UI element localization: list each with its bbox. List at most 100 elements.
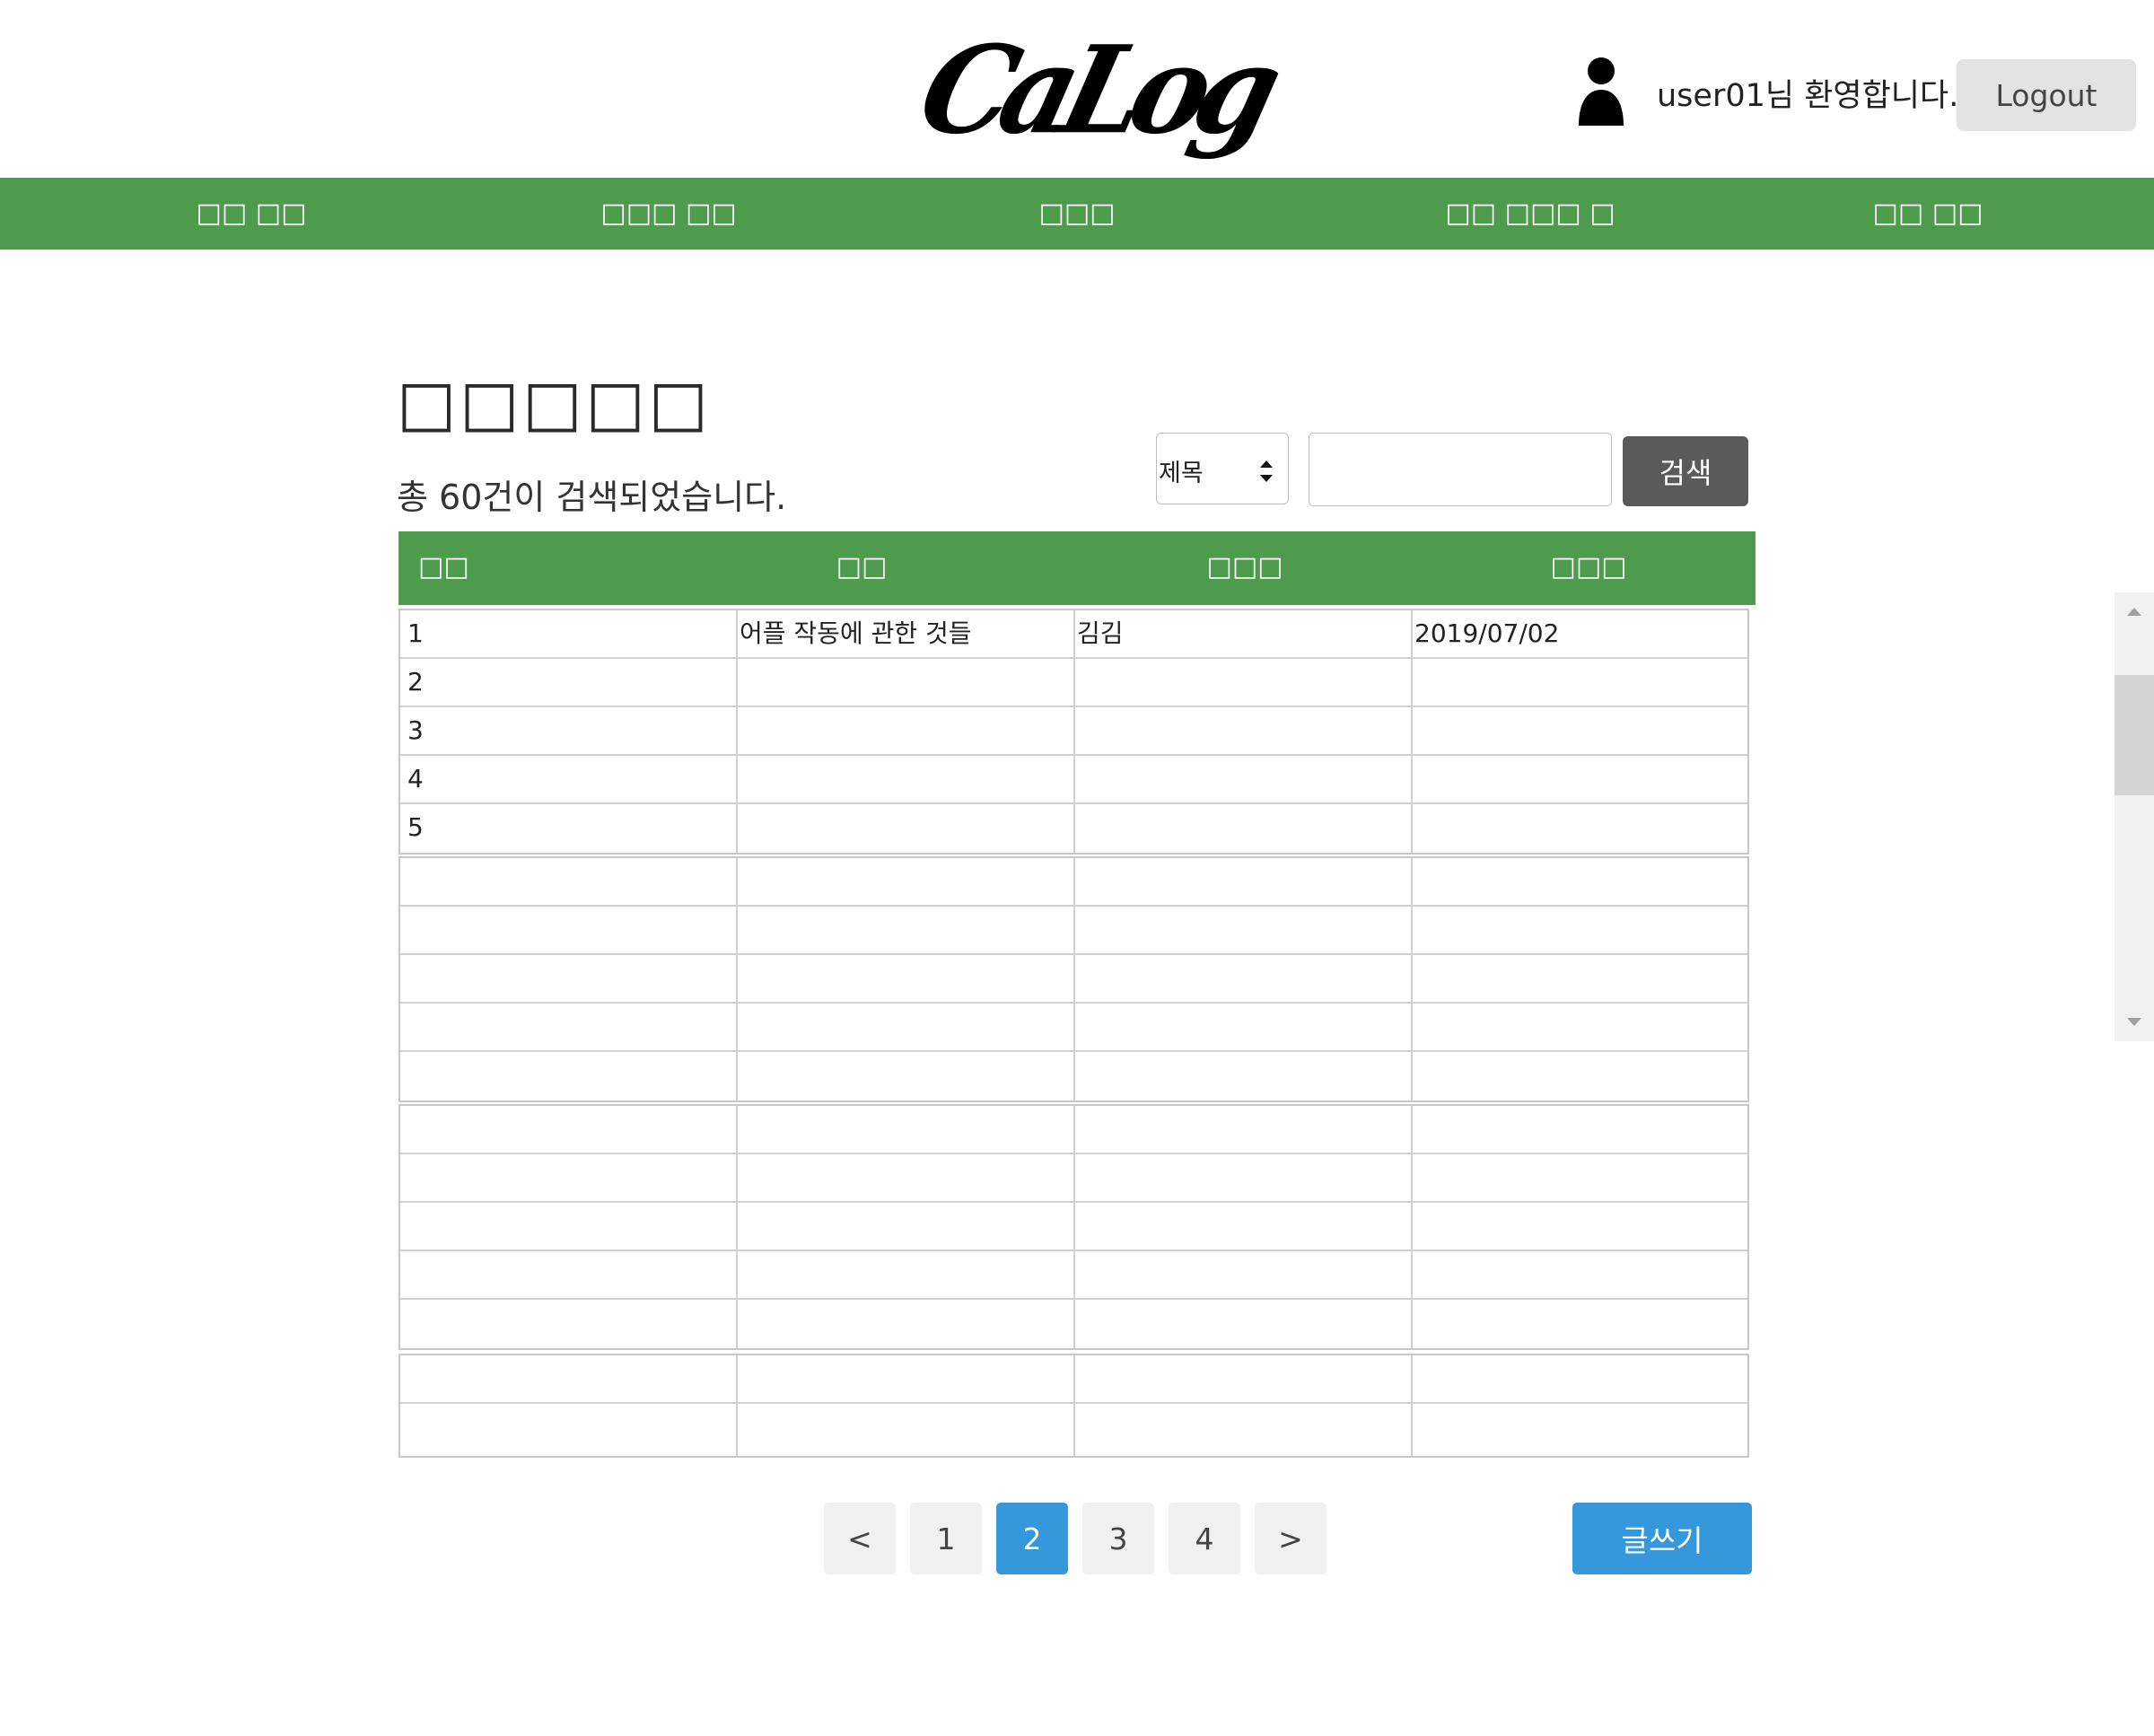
cell-author (1075, 756, 1413, 802)
search-input[interactable] (1309, 433, 1612, 506)
table-row[interactable]: 2 (400, 659, 1747, 707)
cell-author (1075, 1004, 1413, 1050)
cell-author (1075, 907, 1413, 953)
cell-title[interactable]: 어플 작동에 관한 것들 (738, 610, 1075, 657)
cell-author: 김김 (1075, 610, 1413, 657)
cell-date (1413, 756, 1747, 802)
cell-title[interactable] (738, 804, 1075, 853)
nav-item-1[interactable]: □□ □□ (197, 178, 307, 250)
table-row[interactable] (400, 1251, 1747, 1300)
scrollbar-thumb[interactable] (2115, 675, 2154, 795)
pagination-next-button[interactable]: > (1255, 1503, 1327, 1574)
cell-date (1413, 1355, 1747, 1402)
cell-date (1413, 858, 1747, 905)
pagination-page-3[interactable]: 3 (1082, 1503, 1154, 1574)
nav-item-4[interactable]: □□ □□□ □ (1445, 178, 1615, 250)
cell-number: 5 (400, 804, 738, 853)
table-group (398, 1104, 1749, 1350)
search-button[interactable]: 검색 (1623, 436, 1748, 506)
column-header-author: □□□ (1206, 551, 1283, 583)
cell-number (400, 1251, 738, 1298)
user-icon (1579, 57, 1624, 126)
cell-author (1075, 804, 1413, 853)
cell-title[interactable] (738, 1052, 1075, 1100)
search-type-select[interactable]: 제목 (1156, 433, 1289, 504)
pagination-page-1[interactable]: 1 (910, 1503, 982, 1574)
nav-item-3[interactable]: □□□ (1038, 178, 1115, 250)
cell-title[interactable] (738, 1203, 1075, 1249)
table-row[interactable]: 3 (400, 707, 1747, 756)
cell-title[interactable] (738, 1004, 1075, 1050)
cell-title[interactable] (738, 1251, 1075, 1298)
nav-item-2[interactable]: □□□ □□ (600, 178, 736, 250)
select-arrows-icon (1260, 460, 1273, 482)
nav-item-5[interactable]: □□ □□ (1873, 178, 1983, 250)
pagination-page-4[interactable]: 4 (1169, 1503, 1240, 1574)
cell-title[interactable] (738, 1355, 1075, 1402)
logo[interactable]: CaLog (907, 7, 1283, 173)
cell-number (400, 1052, 738, 1100)
cell-title[interactable] (738, 1106, 1075, 1153)
table-row[interactable] (400, 1404, 1747, 1456)
scroll-down-icon[interactable] (2125, 1013, 2143, 1030)
cell-date (1413, 1106, 1747, 1153)
cell-number (400, 907, 738, 953)
scrollbar[interactable] (2115, 592, 2154, 1041)
table-row[interactable] (400, 955, 1747, 1004)
cell-number (400, 1154, 738, 1201)
cell-title[interactable] (738, 756, 1075, 802)
pagination-prev-button[interactable]: < (824, 1503, 896, 1574)
table-row[interactable] (400, 858, 1747, 907)
cell-number (400, 1404, 738, 1456)
scroll-up-icon[interactable] (2125, 603, 2143, 621)
logo-text: CaLog (906, 19, 1283, 162)
table-row[interactable] (400, 1052, 1747, 1100)
table-row[interactable] (400, 1300, 1747, 1348)
table-row[interactable]: 1 어플 작동에 관한 것들 김김 2019/07/02 (400, 610, 1747, 659)
cell-number (400, 1106, 738, 1153)
cell-date (1413, 707, 1747, 754)
cell-title[interactable] (738, 659, 1075, 706)
cell-title[interactable] (738, 707, 1075, 754)
table-row[interactable] (400, 1355, 1747, 1404)
cell-title[interactable] (738, 1300, 1075, 1348)
cell-author (1075, 707, 1413, 754)
cell-number: 4 (400, 756, 738, 802)
table-group: 1 어플 작동에 관한 것들 김김 2019/07/02 2 3 4 5 (398, 609, 1749, 855)
cell-author (1075, 1355, 1413, 1402)
main-nav: □□ □□ □□□ □□ □□□ □□ □□□ □ □□ □□ (0, 178, 2154, 250)
cell-date (1413, 1052, 1747, 1100)
cell-title[interactable] (738, 1154, 1075, 1201)
cell-author (1075, 1203, 1413, 1249)
cell-title[interactable] (738, 858, 1075, 905)
search-type-value: 제목 (1159, 460, 1204, 487)
write-post-button[interactable]: 글쓰기 (1572, 1503, 1752, 1574)
column-header-date: □□□ (1550, 551, 1627, 583)
table-row[interactable] (400, 1203, 1747, 1251)
cell-number (400, 955, 738, 1002)
page-title: □□□□□ (397, 366, 712, 440)
cell-title[interactable] (738, 907, 1075, 953)
table-row[interactable] (400, 1106, 1747, 1154)
cell-author (1075, 1154, 1413, 1201)
table-row[interactable] (400, 1004, 1747, 1052)
cell-date (1413, 1300, 1747, 1348)
pagination-page-2[interactable]: 2 (996, 1503, 1068, 1574)
cell-date (1413, 1154, 1747, 1201)
cell-number: 3 (400, 707, 738, 754)
cell-date (1413, 659, 1747, 706)
logout-button[interactable]: Logout (1957, 59, 2136, 131)
cell-date (1413, 955, 1747, 1002)
cell-title[interactable] (738, 1404, 1075, 1456)
cell-author (1075, 1300, 1413, 1348)
table-row[interactable] (400, 907, 1747, 955)
cell-number (400, 1355, 738, 1402)
table-row[interactable] (400, 1154, 1747, 1203)
table-row[interactable]: 4 (400, 756, 1747, 804)
cell-author (1075, 1404, 1413, 1456)
welcome-text: user01님 환영합니다. (1657, 78, 1959, 114)
table-row[interactable]: 5 (400, 804, 1747, 853)
cell-title[interactable] (738, 955, 1075, 1002)
result-count: 총 60건이 검색되었습니다. (397, 478, 787, 517)
cell-date (1413, 1251, 1747, 1298)
